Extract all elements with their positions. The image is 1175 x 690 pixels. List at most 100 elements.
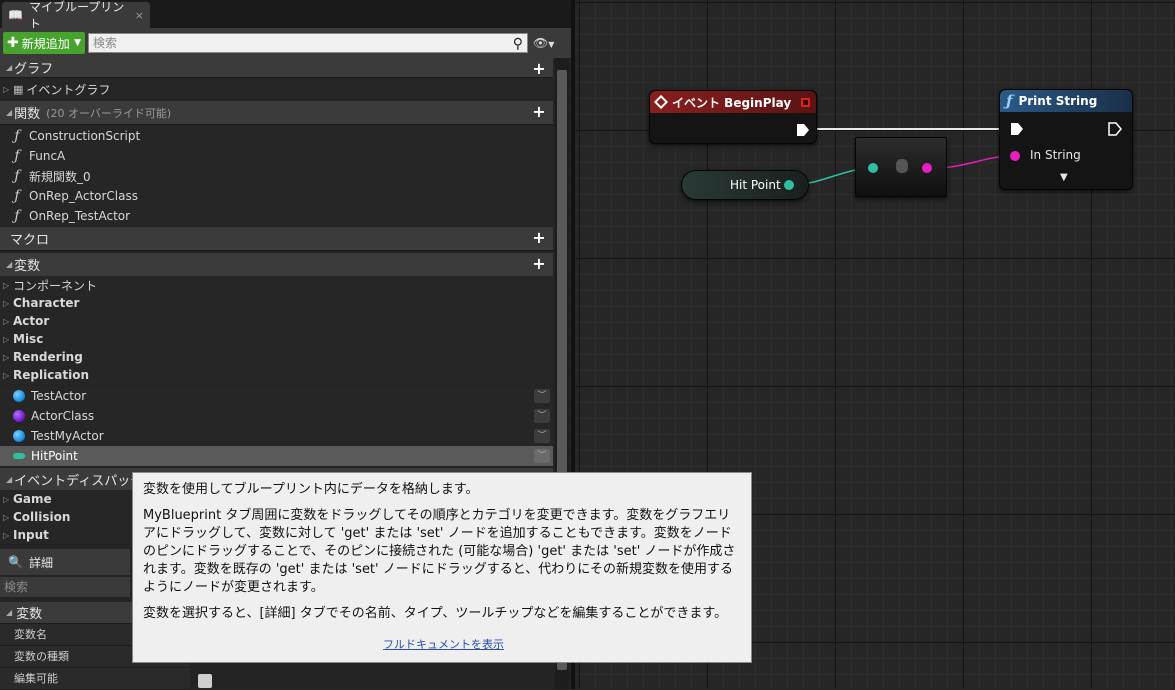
chevron-down-icon[interactable]: ︶	[534, 429, 550, 443]
tab-bar: 📖 マイブループリント ×	[0, 0, 575, 31]
list-item-function[interactable]: ƒ 新規関数_0	[0, 166, 553, 186]
list-item-variable[interactable]: ActorClass ︶	[0, 406, 553, 426]
convert-icon	[896, 159, 908, 173]
close-icon[interactable]: ×	[135, 9, 144, 22]
item-label: Actor	[13, 314, 50, 328]
add-graph-button[interactable]: +	[531, 61, 547, 77]
list-item-category[interactable]: ▷ Character	[0, 294, 553, 312]
tab-title: 詳細	[28, 555, 53, 570]
section-label: マクロ	[10, 233, 50, 248]
toolbar: ✚ 新規追加 ▼ 検索 ⚲ 👁▼	[0, 28, 575, 58]
item-label: イベントグラフ	[26, 82, 111, 97]
expand-arrow-icon: ▷	[3, 84, 10, 94]
details-row-editable: 編集可能	[0, 668, 190, 690]
add-macro-button[interactable]: +	[531, 230, 547, 246]
function-icon: ƒ	[14, 168, 20, 184]
expand-arrow-icon: ▷	[3, 494, 10, 504]
item-label: コンポーネント	[13, 278, 98, 293]
section-functions[interactable]: ◢ 関数 (20 オーバーライド可能) +	[0, 101, 553, 125]
list-item-variable[interactable]: TestActor ︶	[0, 386, 553, 406]
add-new-button[interactable]: ✚ 新規追加 ▼	[3, 32, 85, 54]
details-search-input[interactable]: 検索	[0, 577, 130, 597]
exec-in-pin[interactable]	[1010, 122, 1024, 136]
book-icon: 📖	[8, 8, 23, 22]
tab-details[interactable]: 🔍 詳細	[0, 549, 130, 575]
list-item-function[interactable]: ƒ OnRep_TestActor	[0, 206, 553, 226]
tooltip-paragraph: 変数を選択すると、[詳細] タブでその名前、タイプ、ツールチップなどを編集するこ…	[143, 606, 728, 621]
full-documentation-link[interactable]: フルドキュメントを表示	[383, 636, 504, 654]
string-output-pin[interactable]	[922, 163, 932, 173]
pin-label: In String	[1030, 148, 1081, 162]
list-item-category[interactable]: ▷ Rendering	[0, 348, 553, 366]
search-icon: ⚲	[512, 36, 523, 52]
float-variable-icon	[13, 453, 25, 459]
float-input-pin[interactable]	[868, 163, 878, 173]
chevron-down-icon[interactable]: ︶	[534, 449, 550, 463]
add-function-button[interactable]: +	[531, 104, 547, 120]
variables-tooltip: 変数を使用してブループリント内にデータを格納します。 MyBlueprint タ…	[132, 472, 752, 663]
editable-checkbox[interactable]	[198, 674, 212, 688]
list-item-event-graph[interactable]: ▷ ▦ イベントグラフ	[0, 79, 553, 99]
item-label: TestMyActor	[31, 429, 104, 443]
collapse-arrow-icon: ◢	[6, 608, 13, 617]
tooltip-paragraph: MyBlueprint タブ周囲に変数をドラッグしてその順序とカテゴリを変更でき…	[143, 508, 736, 595]
item-label: ActorClass	[31, 409, 95, 423]
expand-arrow-icon: ▷	[3, 370, 10, 380]
chevron-down-icon[interactable]: ︶	[534, 409, 550, 423]
node-print-string[interactable]: ƒ Print String In String ▼	[999, 89, 1133, 190]
item-label: Collision	[13, 510, 71, 524]
exec-out-pin[interactable]	[796, 123, 810, 137]
tab-my-blueprint[interactable]: 📖 マイブループリント ×	[2, 0, 150, 31]
function-icon: ƒ	[14, 128, 20, 144]
string-input-pin[interactable]	[1010, 151, 1020, 161]
list-item-function[interactable]: ƒ ConstructionScript	[0, 126, 553, 146]
item-label: OnRep_TestActor	[29, 209, 131, 223]
item-label: Rendering	[13, 350, 83, 364]
float-output-pin[interactable]	[784, 180, 794, 190]
variable-label: Hit Point	[730, 178, 781, 192]
search-input[interactable]: 検索 ⚲	[88, 33, 528, 53]
list-item-category[interactable]: ▷ Actor	[0, 312, 553, 330]
list-item-variable-selected[interactable]: HitPoint ︶	[0, 446, 553, 466]
list-item-function[interactable]: ƒ OnRep_ActorClass	[0, 186, 553, 206]
eye-icon: 👁	[533, 36, 549, 50]
delegate-pin-icon[interactable]	[801, 97, 810, 107]
node-get-hitpoint[interactable]: Hit Point	[681, 170, 809, 200]
collapse-arrow-icon: ◢	[6, 475, 13, 484]
section-macros[interactable]: マクロ +	[0, 227, 553, 251]
item-label: ConstructionScript	[29, 129, 141, 143]
item-label: Replication	[13, 368, 90, 382]
chevron-down-icon: ▼	[548, 40, 555, 49]
list-item-category[interactable]: ▷ Misc	[0, 330, 553, 348]
section-variables[interactable]: ◢ 変数 +	[0, 253, 553, 277]
expand-arrow-icon: ▷	[3, 298, 10, 308]
expand-node-icon[interactable]: ▼	[1060, 172, 1068, 183]
exec-out-pin[interactable]	[1108, 122, 1122, 136]
section-graph[interactable]: ◢ グラフ +	[0, 58, 553, 78]
node-event-beginplay[interactable]: イベント BeginPlay	[649, 90, 817, 144]
section-label: 変数	[16, 607, 43, 622]
collapse-arrow-icon: ◢	[6, 108, 13, 117]
object-reference-icon	[13, 390, 25, 402]
chevron-down-icon[interactable]: ︶	[534, 389, 550, 403]
add-new-label: 新規追加	[21, 36, 70, 51]
item-label: Misc	[13, 332, 44, 346]
list-item-category[interactable]: ▷ Replication	[0, 366, 553, 384]
item-label: Game	[13, 492, 52, 506]
expand-arrow-icon: ▷	[3, 352, 10, 362]
view-options-button[interactable]: 👁▼	[533, 36, 554, 50]
list-item-variable[interactable]: TestMyActor ︶	[0, 426, 553, 446]
collapse-arrow-icon: ◢	[6, 63, 13, 72]
plus-icon: ✚	[7, 35, 19, 51]
add-variable-button[interactable]: +	[531, 256, 547, 272]
collapse-arrow-icon: ◢	[6, 260, 13, 269]
expand-arrow-icon: ▷	[3, 280, 10, 290]
expand-arrow-icon: ▷	[3, 334, 10, 344]
expand-arrow-icon: ▷	[3, 530, 10, 540]
expand-arrow-icon: ▷	[3, 316, 10, 326]
list-item-category[interactable]: ▷ コンポーネント	[0, 276, 553, 294]
expand-arrow-icon: ▷	[3, 512, 10, 522]
node-conversion[interactable]	[855, 137, 947, 197]
function-icon: ƒ	[14, 208, 20, 224]
list-item-function[interactable]: ƒ FuncA	[0, 146, 553, 166]
